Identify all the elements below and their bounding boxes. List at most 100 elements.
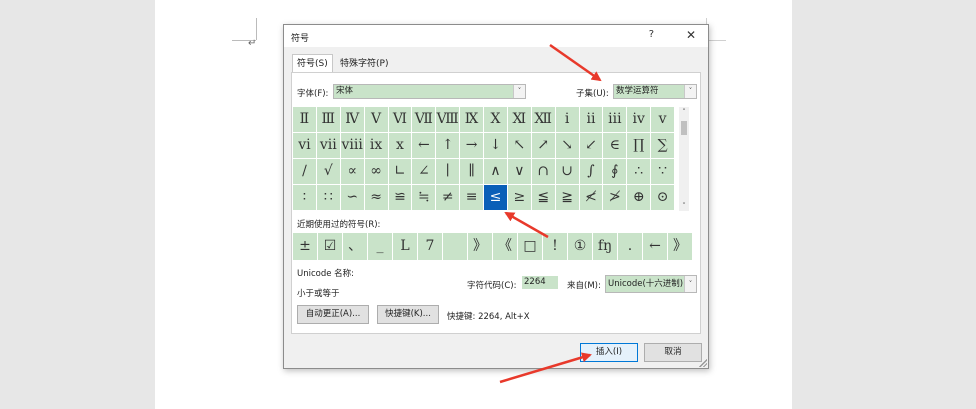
symbol-cell[interactable]: ∮: [603, 159, 627, 184]
chevron-down-icon[interactable]: ˅: [513, 85, 525, 98]
symbol-cell[interactable]: Ⅸ: [460, 107, 483, 132]
symbol-cell[interactable]: ⅰ: [555, 107, 579, 132]
symbol-cell[interactable]: ⅱ: [579, 107, 603, 132]
symbol-cell[interactable]: Ⅵ: [388, 107, 412, 132]
symbol-cell[interactable]: ≦: [531, 185, 555, 210]
symbol-cell[interactable]: ∫: [579, 159, 603, 184]
symbol-cell[interactable]: ∪: [555, 159, 579, 184]
symbol-cell[interactable]: ∕: [293, 159, 316, 184]
symbol-cell[interactable]: →: [460, 133, 483, 158]
symbol-cell[interactable]: Ⅶ: [412, 107, 436, 132]
symbol-cell[interactable]: Ⅳ: [340, 107, 364, 132]
symbol-cell[interactable]: ∞: [364, 159, 388, 184]
symbol-cell[interactable]: ⅹ: [388, 133, 412, 158]
symbol-cell[interactable]: ∶: [293, 185, 316, 210]
insert-button[interactable]: 插入(I): [580, 343, 638, 362]
symbol-cell[interactable]: ∽: [340, 185, 364, 210]
recent-symbol-cell[interactable]: 7: [418, 233, 442, 260]
symbol-cell[interactable]: ⅶ: [316, 133, 340, 158]
recent-symbol-cell[interactable]: [443, 233, 467, 260]
symbol-cell[interactable]: ∷: [316, 185, 340, 210]
subset-select[interactable]: 数学运算符 ˅: [613, 84, 697, 99]
symbol-cell[interactable]: ∴: [627, 159, 651, 184]
symbol-cell[interactable]: ∥: [460, 159, 483, 184]
recent-symbol-cell[interactable]: 、: [343, 233, 367, 260]
tab-symbols[interactable]: 符号(S): [292, 54, 333, 73]
symbol-cell[interactable]: ≡: [460, 185, 483, 210]
symbol-cell[interactable]: Ⅴ: [364, 107, 388, 132]
recent-symbol-cell[interactable]: ←: [643, 233, 667, 260]
symbol-cell[interactable]: ≤: [484, 185, 507, 210]
symbol-cell[interactable]: ≠: [436, 185, 460, 210]
symbol-cell[interactable]: ≌: [388, 185, 412, 210]
symbol-cell[interactable]: ∵: [651, 159, 674, 184]
symbol-cell[interactable]: Ⅺ: [507, 107, 531, 132]
scroll-up-icon[interactable]: ˄: [679, 107, 689, 117]
char-code-input[interactable]: 2264: [522, 276, 558, 289]
symbol-cell[interactable]: ≥: [507, 185, 531, 210]
symbol-cell[interactable]: ≈: [364, 185, 388, 210]
symbol-cell[interactable]: ≧: [555, 185, 579, 210]
symbol-cell[interactable]: ←: [412, 133, 436, 158]
autocorrect-button[interactable]: 自动更正(A)...: [297, 305, 369, 324]
recent-symbol-cell[interactable]: ①: [568, 233, 592, 260]
symbol-cell[interactable]: ≯: [603, 185, 627, 210]
tab-special-characters[interactable]: 特殊字符(P): [336, 55, 392, 73]
close-button[interactable]: ✕: [686, 28, 696, 42]
symbol-cell[interactable]: ∟: [388, 159, 412, 184]
symbol-cell[interactable]: ∝: [340, 159, 364, 184]
symbol-cell[interactable]: Ⅹ: [484, 107, 507, 132]
symbol-cell[interactable]: Ⅻ: [531, 107, 555, 132]
symbol-cell[interactable]: ⅷ: [340, 133, 364, 158]
font-select[interactable]: 宋体 ˅: [333, 84, 526, 99]
symbol-cell[interactable]: ↑: [436, 133, 460, 158]
symbol-cell[interactable]: ⊕: [627, 185, 651, 210]
symbol-cell[interactable]: ∏: [627, 133, 651, 158]
symbol-cell[interactable]: Ⅷ: [436, 107, 460, 132]
symbol-cell[interactable]: ∠: [412, 159, 436, 184]
recent-symbol-cell[interactable]: fŋ: [593, 233, 617, 260]
help-button[interactable]: ?: [649, 29, 654, 40]
symbol-cell[interactable]: Ⅱ: [293, 107, 316, 132]
shortcut-key-button[interactable]: 快捷键(K)...: [377, 305, 439, 324]
recent-symbol-cell[interactable]: ±: [293, 233, 317, 260]
symbol-cell[interactable]: Ⅲ: [316, 107, 340, 132]
recent-symbol-cell[interactable]: 《: [493, 233, 517, 260]
symbol-cell[interactable]: ⊙: [651, 185, 674, 210]
recent-symbol-cell[interactable]: _: [368, 233, 392, 260]
symbol-cell[interactable]: ≮: [579, 185, 603, 210]
chevron-down-icon[interactable]: ˅: [684, 85, 696, 98]
recent-symbol-cell[interactable]: 》: [468, 233, 492, 260]
recent-symbol-cell[interactable]: .: [618, 233, 642, 260]
symbol-grid-scrollbar[interactable]: ˄ ˅: [679, 107, 689, 211]
symbol-cell[interactable]: ∑: [651, 133, 674, 158]
symbol-cell[interactable]: ↙: [579, 133, 603, 158]
cancel-button[interactable]: 取消: [644, 343, 702, 362]
recent-symbol-cell[interactable]: 》: [668, 233, 692, 260]
resize-grip[interactable]: [699, 359, 707, 367]
recent-symbol-cell[interactable]: ☑: [318, 233, 342, 260]
from-select[interactable]: Unicode(十六进制) ˅: [605, 275, 697, 293]
scroll-thumb[interactable]: [681, 121, 687, 135]
symbol-cell[interactable]: ↖: [507, 133, 531, 158]
symbol-cell[interactable]: ↓: [484, 133, 507, 158]
symbol-cell[interactable]: ⅲ: [603, 107, 627, 132]
symbol-cell[interactable]: ↗: [531, 133, 555, 158]
recent-symbol-cell[interactable]: L: [393, 233, 417, 260]
symbol-cell[interactable]: ⅳ: [627, 107, 651, 132]
symbol-cell[interactable]: ↘: [555, 133, 579, 158]
chevron-down-icon[interactable]: ˅: [684, 276, 696, 292]
scroll-down-icon[interactable]: ˅: [679, 201, 689, 211]
symbol-cell[interactable]: ≒: [412, 185, 436, 210]
recent-symbol-cell[interactable]: □: [518, 233, 542, 260]
symbol-cell[interactable]: ⅴ: [651, 107, 674, 132]
symbol-cell[interactable]: √: [316, 159, 340, 184]
symbol-cell[interactable]: ∩: [531, 159, 555, 184]
symbol-cell[interactable]: ∈: [603, 133, 627, 158]
symbol-cell[interactable]: ⅸ: [364, 133, 388, 158]
symbol-cell[interactable]: ∧: [484, 159, 507, 184]
symbol-cell[interactable]: ∨: [507, 159, 531, 184]
symbol-cell[interactable]: ∣: [436, 159, 460, 184]
symbol-cell[interactable]: ⅵ: [293, 133, 316, 158]
recent-symbol-cell[interactable]: !: [543, 233, 567, 260]
